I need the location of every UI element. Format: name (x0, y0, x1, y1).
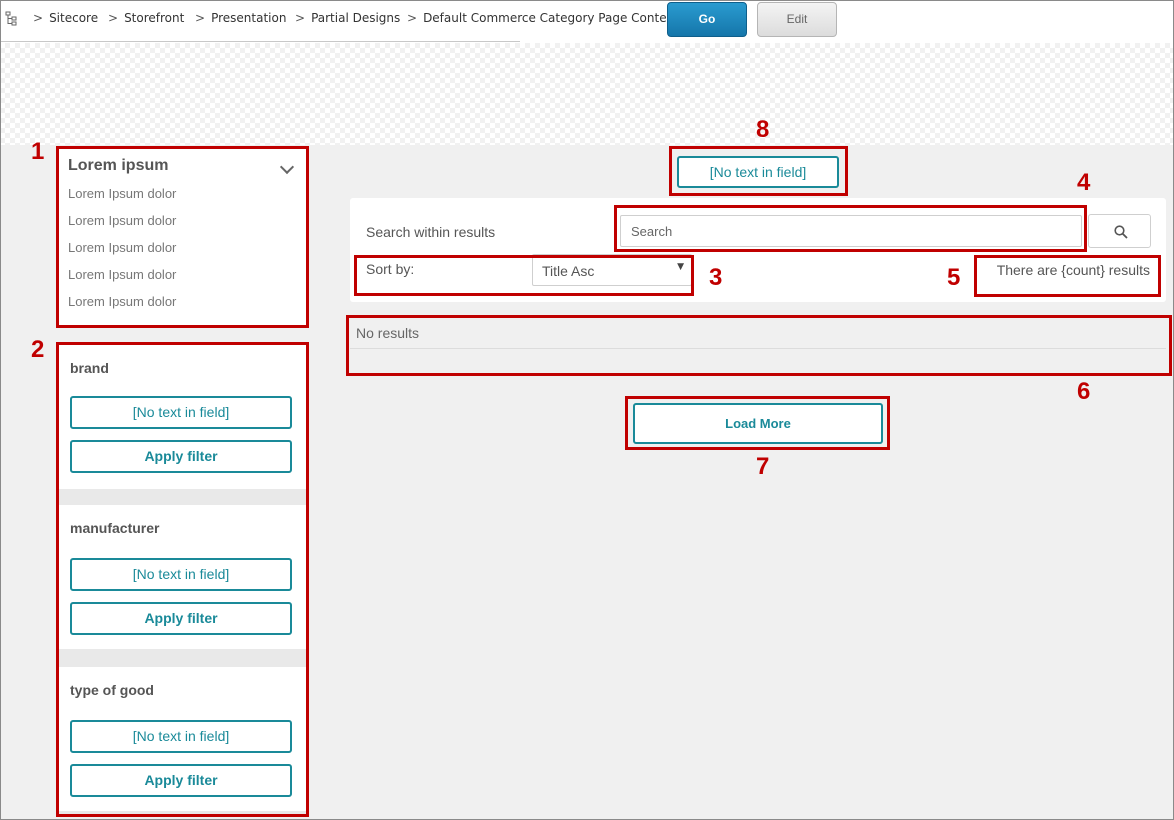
annotation-number-3: 3 (709, 264, 723, 291)
results-count: There are {count} results (996, 262, 1150, 278)
apply-filter-button[interactable]: Apply filter (70, 440, 292, 473)
search-within-label: Search within results (366, 224, 496, 240)
content-tree-icon[interactable] (5, 11, 17, 27)
search-button[interactable] (1088, 214, 1151, 248)
annotation-number-1: 1 (31, 138, 45, 165)
facet-title: type of good (70, 682, 154, 698)
apply-filter-button[interactable]: Apply filter (70, 602, 292, 635)
annotation-number-7: 7 (756, 453, 770, 480)
search-panel: Search within results Sort by: Title Asc… (350, 198, 1166, 302)
breadcrumb-item-storefront[interactable]: > Storefront (108, 11, 184, 25)
facet-brand: brand [No text in field] Apply filter (58, 345, 306, 489)
chevron-down-icon[interactable] (279, 159, 295, 175)
annotation-number-6: 6 (1077, 378, 1091, 405)
top-field-button[interactable]: [No text in field] (677, 156, 839, 188)
sort-label: Sort by: (366, 261, 415, 277)
results-divider (350, 348, 1166, 349)
facet-title: manufacturer (70, 520, 160, 536)
category-item[interactable]: Lorem Ipsum dolor (68, 213, 176, 228)
load-more-button[interactable]: Load More (633, 403, 883, 444)
annotation-number-4: 4 (1077, 169, 1091, 196)
search-icon (1114, 225, 1128, 239)
facet-manufacturer: manufacturer [No text in field] Apply fi… (58, 505, 306, 649)
breadcrumb-item-default-content[interactable]: > Default Commerce Category Page Content (407, 11, 679, 25)
search-input[interactable] (620, 215, 1082, 247)
facet-field-button[interactable]: [No text in field] (70, 558, 292, 591)
category-item[interactable]: Lorem Ipsum dolor (68, 240, 176, 255)
annotation-number-2: 2 (31, 336, 45, 363)
breadcrumb-divider (0, 41, 520, 42)
facet-type-of-good: type of good [No text in field] Apply fi… (58, 667, 306, 811)
transparent-placeholder-band (0, 43, 1174, 145)
category-title: Lorem ipsum (68, 157, 169, 174)
breadcrumb-item-partial-designs[interactable]: > Partial Designs (295, 11, 400, 25)
category-item[interactable]: Lorem Ipsum dolor (68, 186, 176, 201)
annotation-number-8: 8 (756, 116, 770, 143)
category-item[interactable]: Lorem Ipsum dolor (68, 267, 176, 282)
sort-selected-value: Title Asc (542, 263, 595, 279)
category-item[interactable]: Lorem Ipsum dolor (68, 294, 176, 309)
results-list: No results (350, 318, 1166, 372)
no-results-text: No results (356, 325, 420, 341)
facet-title: brand (70, 360, 109, 376)
breadcrumb-item-sitecore[interactable]: > Sitecore (33, 11, 98, 25)
top-bar: > Sitecore > Storefront > Presentation > Par… (0, 0, 1174, 43)
category-panel: Lorem ipsum Lorem Ipsum dolor Lorem Ipsu… (58, 148, 306, 325)
edit-button[interactable]: Edit (757, 2, 837, 37)
dropdown-arrow-icon: ▼ (677, 262, 684, 272)
facet-field-button[interactable]: [No text in field] (70, 720, 292, 753)
facet-field-button[interactable]: [No text in field] (70, 396, 292, 429)
annotation-number-5: 5 (947, 264, 961, 291)
go-button[interactable]: Go (667, 2, 747, 37)
breadcrumb-item-presentation[interactable]: > Presentation (195, 11, 286, 25)
sort-select[interactable]: Title Asc ▼ (532, 254, 692, 286)
facet-list: brand [No text in field] Apply filter ma… (58, 345, 306, 814)
apply-filter-button[interactable]: Apply filter (70, 764, 292, 797)
